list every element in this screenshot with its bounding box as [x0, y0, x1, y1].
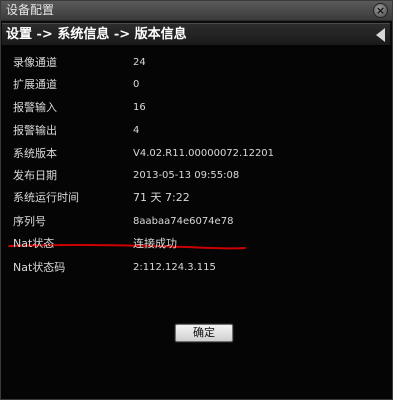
- window-title: 设备配置: [6, 3, 55, 17]
- info-label: 序列号: [13, 215, 46, 228]
- info-value: 2013-05-13 09:55:08: [133, 170, 240, 181]
- version-info-panel: 录像通道 24 扩展通道 0 报警输入 16 报警输出 4 系统版本 V4.02…: [1, 45, 392, 399]
- info-label: 录像通道: [13, 56, 57, 69]
- info-row-uptime: 系统运行时间 71 天 7:22: [1, 188, 392, 210]
- info-label: 发布日期: [13, 169, 57, 182]
- breadcrumb-bar: 设置 -> 系统信息 -> 版本信息: [2, 23, 390, 46]
- info-value: 连接成功: [133, 237, 177, 250]
- back-arrow-icon[interactable]: [376, 28, 385, 42]
- info-row-alarm-inputs: 报警输入 16: [1, 98, 392, 120]
- info-label: 扩展通道: [13, 78, 57, 91]
- info-row-nat-status: Nat状态 连接成功: [1, 234, 392, 256]
- info-label: 报警输入: [13, 101, 57, 114]
- info-row-serial-number: 序列号 8aabaa74e6074e78: [1, 212, 392, 234]
- info-label: 系统运行时间: [13, 191, 79, 204]
- info-value: 0: [133, 79, 140, 90]
- info-label: 报警输出: [13, 124, 57, 137]
- ok-button[interactable]: 确定: [175, 324, 233, 342]
- info-row-release-date: 发布日期 2013-05-13 09:55:08: [1, 166, 392, 188]
- info-value: 8aabaa74e6074e78: [133, 216, 234, 227]
- info-row-nat-status-code: Nat状态码 2:112.124.3.115: [1, 258, 392, 280]
- info-label: 系统版本: [13, 147, 57, 160]
- info-label: Nat状态: [13, 237, 55, 250]
- info-row-extended-channels: 扩展通道 0: [1, 75, 392, 97]
- info-label: Nat状态码: [13, 261, 66, 274]
- info-row-alarm-outputs: 报警输出 4: [1, 121, 392, 143]
- info-value: V4.02.R11.00000072.12201: [133, 148, 275, 159]
- info-value: 24: [133, 57, 146, 68]
- info-value: 71 天 7:22: [133, 191, 190, 204]
- close-icon[interactable]: ×: [373, 3, 388, 18]
- title-bar[interactable]: 设备配置 ×: [1, 1, 392, 21]
- breadcrumb: 设置 -> 系统信息 -> 版本信息: [6, 27, 187, 42]
- info-value: 16: [133, 102, 146, 113]
- device-config-window: 设备配置 × 设置 -> 系统信息 -> 版本信息 录像通道 24 扩展通道 0…: [0, 0, 393, 400]
- info-row-record-channels: 录像通道 24: [1, 53, 392, 75]
- info-value: 2:112.124.3.115: [133, 262, 216, 273]
- info-value: 4: [133, 125, 140, 136]
- info-row-system-version: 系统版本 V4.02.R11.00000072.12201: [1, 144, 392, 166]
